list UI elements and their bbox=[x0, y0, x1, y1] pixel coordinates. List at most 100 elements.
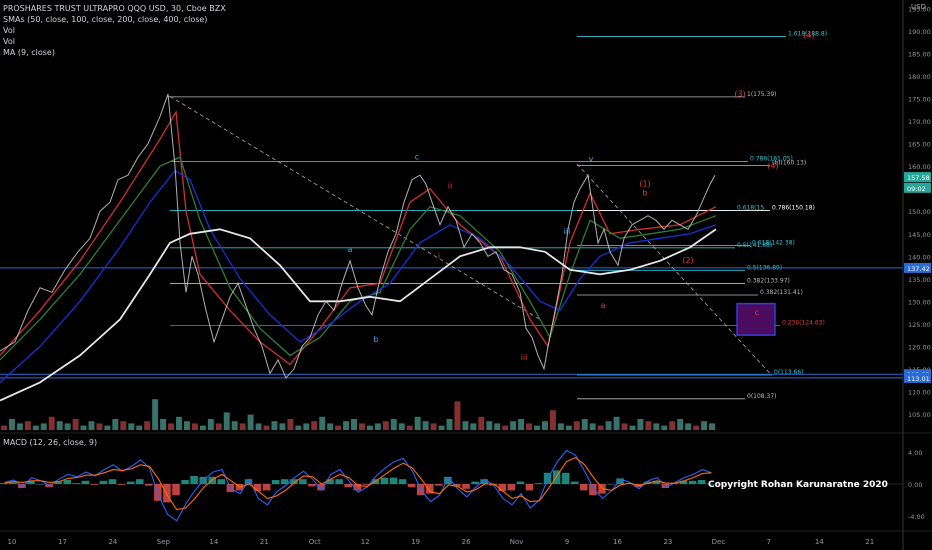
price-label-text: 157.58 bbox=[907, 174, 930, 182]
price-label-text: 113.01 bbox=[907, 375, 930, 383]
macd-histogram-bar bbox=[145, 484, 153, 486]
macd-histogram-bar bbox=[135, 479, 144, 484]
volume-bar bbox=[16, 423, 23, 430]
volume-bar bbox=[255, 423, 262, 430]
y-tick-label: 190.00 bbox=[908, 28, 931, 36]
volume-bar bbox=[398, 423, 405, 430]
macd-y-tick-label: 4.00 bbox=[908, 449, 922, 457]
wave-label: iii bbox=[564, 227, 571, 236]
macd-histogram-bar bbox=[181, 480, 189, 484]
macd-histogram-bar bbox=[407, 484, 416, 488]
volume-bar bbox=[359, 423, 365, 430]
volume-bar bbox=[295, 425, 302, 430]
indicator-sma-label[interactable]: SMAs (50, close, 100, close, 200, close,… bbox=[3, 14, 207, 25]
volume-bar bbox=[351, 419, 357, 430]
macd-histogram-bar bbox=[117, 484, 126, 485]
y-tick-label: 160.00 bbox=[908, 163, 931, 171]
volume-bar bbox=[605, 421, 612, 430]
macd-histogram-bar bbox=[525, 484, 534, 491]
indicator-ma-label[interactable]: MA (9, close) bbox=[3, 47, 55, 58]
fib-level-label: 0(113.66) bbox=[774, 369, 804, 376]
price-label-text: 09:02 bbox=[907, 185, 926, 193]
macd-histogram-bar bbox=[99, 480, 108, 484]
x-tick-label: 12 bbox=[361, 538, 370, 546]
volume-bar bbox=[183, 421, 190, 430]
fib-level-label: 0.382(133.97) bbox=[747, 277, 790, 284]
macd-histogram-bar bbox=[271, 480, 280, 484]
x-tick-label: 19 bbox=[411, 538, 420, 546]
volume-bar bbox=[374, 423, 381, 430]
volume-bar bbox=[534, 425, 540, 430]
wave-label: (2) bbox=[682, 256, 693, 265]
volume-bar bbox=[72, 419, 79, 430]
volume-bar bbox=[510, 421, 517, 430]
macd-histogram-bar bbox=[108, 479, 117, 484]
volume-bar bbox=[446, 419, 453, 430]
y-tick-label: 135.00 bbox=[908, 276, 931, 284]
volume-bar bbox=[319, 416, 326, 430]
wave-label: b bbox=[373, 335, 378, 344]
price-pane[interactable]: 1.618(188.8)1(175.39)0.786(161.05)(b)(16… bbox=[0, 30, 903, 430]
wave-label: (4) bbox=[803, 31, 814, 40]
macd-histogram-bar bbox=[435, 484, 443, 486]
wave-label: i bbox=[438, 252, 440, 261]
wave-label: c bbox=[755, 308, 759, 317]
wave-label: (1) bbox=[639, 179, 650, 188]
volume-bar bbox=[64, 423, 71, 430]
volume-bar bbox=[462, 421, 469, 430]
macd-histogram-bar bbox=[36, 484, 44, 485]
volume-bar bbox=[597, 425, 604, 430]
macd-histogram-bar bbox=[507, 484, 516, 491]
indicator-vol-label-2[interactable]: Vol bbox=[3, 36, 15, 47]
volume-bar bbox=[486, 421, 493, 430]
price-label-text: 137.42 bbox=[907, 265, 930, 273]
volume-bar bbox=[191, 423, 198, 430]
wave-label: a bbox=[601, 301, 606, 310]
volume-bar bbox=[144, 421, 151, 430]
macd-histogram-bar bbox=[516, 481, 525, 484]
volume-bar bbox=[24, 421, 31, 430]
wave-label: c bbox=[415, 152, 419, 161]
volume-bar bbox=[279, 423, 286, 430]
y-tick-label: 170.00 bbox=[908, 118, 931, 126]
volume-bar bbox=[80, 425, 87, 430]
volume-bar bbox=[573, 421, 580, 430]
price-line bbox=[0, 93, 716, 379]
wave-label: ii bbox=[448, 182, 452, 191]
volume-bar bbox=[152, 399, 159, 430]
y-tick-label: 120.00 bbox=[908, 343, 931, 351]
fib-level-label: 1(175.39) bbox=[747, 91, 777, 98]
volume-bar bbox=[581, 419, 588, 430]
volume-bar bbox=[223, 412, 230, 430]
macd-histogram-bar bbox=[561, 472, 570, 484]
y-tick-label: 150.00 bbox=[908, 208, 931, 216]
trading-chart[interactable]: 1.618(188.8)1(175.39)0.786(161.05)(b)(16… bbox=[0, 0, 932, 550]
volume-bar bbox=[48, 416, 55, 430]
x-tick-label: 21 bbox=[865, 538, 874, 546]
volume-bar bbox=[701, 421, 708, 430]
macd-histogram-bar bbox=[217, 479, 226, 484]
volume-bar bbox=[549, 410, 556, 430]
volume-bar bbox=[390, 419, 397, 430]
x-tick-label: 10 bbox=[8, 538, 17, 546]
x-tick-label: Nov bbox=[510, 538, 524, 546]
macd-histogram-bar bbox=[172, 484, 180, 496]
trend-diagonal-line bbox=[169, 96, 541, 320]
macd-y-tick-label: 0.00 bbox=[908, 481, 922, 489]
volume-bar bbox=[32, 425, 39, 430]
volume-bar bbox=[112, 419, 119, 430]
macd-title[interactable]: MACD (12, 26, close, 9) bbox=[3, 437, 97, 448]
volume-bar bbox=[128, 423, 135, 430]
copyright-text: Copyright Rohan Karunaratne 2020 bbox=[708, 480, 888, 490]
indicator-vol-label[interactable]: Vol bbox=[3, 25, 15, 36]
volume-bar bbox=[311, 421, 318, 430]
volume-bar bbox=[343, 421, 350, 430]
x-tick-label: Sep bbox=[157, 538, 171, 546]
volume-bar bbox=[263, 425, 270, 430]
macd-histogram-bar bbox=[63, 480, 72, 484]
macd-histogram-bar bbox=[688, 480, 697, 484]
volume-bar bbox=[335, 425, 342, 430]
volume-bar bbox=[303, 423, 310, 430]
macd-histogram-bar bbox=[299, 479, 307, 484]
x-tick-label: 17 bbox=[58, 538, 67, 546]
